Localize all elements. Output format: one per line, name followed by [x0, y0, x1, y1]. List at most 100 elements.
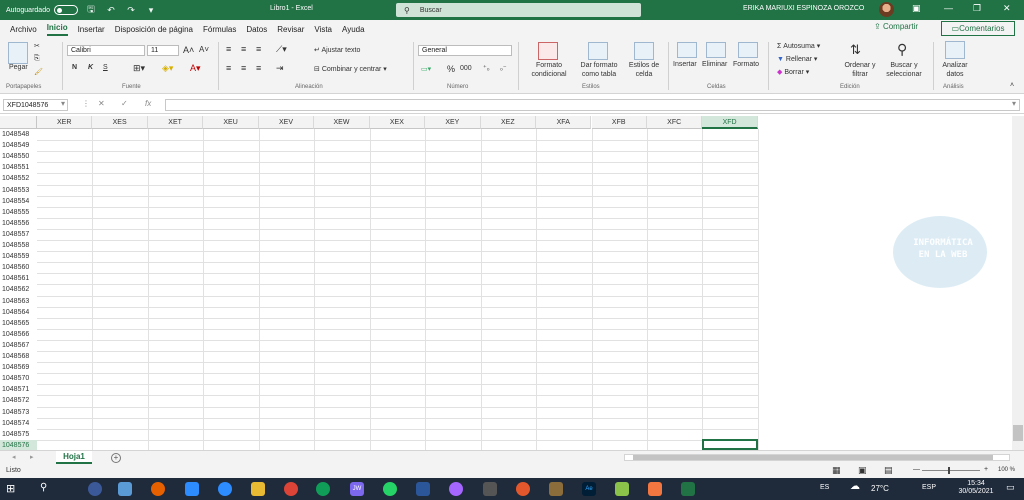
- row-header[interactable]: 1048559: [0, 251, 37, 262]
- zoom-in-icon[interactable]: +: [984, 466, 988, 473]
- orientation-icon[interactable]: ⟋▾: [276, 44, 287, 55]
- tab-datos[interactable]: Datos: [246, 25, 267, 34]
- tray-input-language[interactable]: ESP: [922, 484, 936, 491]
- row-header[interactable]: 1048568: [0, 351, 37, 362]
- column-header-xfb[interactable]: XFB: [591, 116, 647, 129]
- taskbar-calculator-icon[interactable]: [118, 482, 132, 496]
- horizontal-scroll-thumb[interactable]: [633, 455, 993, 460]
- tray-lang-es[interactable]: ES: [820, 484, 829, 491]
- find-select-icon[interactable]: ⚲: [897, 41, 907, 58]
- prev-sheet-icon[interactable]: ◂: [12, 453, 16, 461]
- delete-cells-icon[interactable]: [706, 42, 726, 58]
- tray-clock[interactable]: 15:34 30/05/2021: [957, 480, 995, 496]
- bold-button[interactable]: N: [72, 64, 77, 71]
- row-header[interactable]: 1048562: [0, 284, 37, 295]
- row-header[interactable]: 1048561: [0, 273, 37, 284]
- row-header[interactable]: 1048574: [0, 418, 37, 429]
- column-header-xeu[interactable]: XEU: [203, 116, 259, 129]
- row-header[interactable]: 1048570: [0, 373, 37, 384]
- font-name-select[interactable]: Calibri: [67, 45, 145, 56]
- fill-color-icon[interactable]: ◈▾: [162, 63, 173, 74]
- column-header-xer[interactable]: XER: [37, 116, 93, 129]
- row-header[interactable]: 1048575: [0, 429, 37, 440]
- cut-icon[interactable]: ✂: [34, 42, 40, 50]
- column-header-xey[interactable]: XEY: [425, 116, 481, 129]
- align-bottom-icon[interactable]: ≡: [256, 44, 261, 54]
- underline-button[interactable]: S: [103, 64, 108, 71]
- zoom-level[interactable]: 100 %: [998, 467, 1015, 473]
- row-header[interactable]: 1048552: [0, 173, 37, 184]
- format-cells-icon[interactable]: [738, 42, 758, 58]
- borders-icon[interactable]: ⊞▾: [133, 63, 145, 74]
- taskbar-app-icon[interactable]: [549, 482, 563, 496]
- tab-fórmulas[interactable]: Fórmulas: [203, 25, 236, 34]
- conditional-format-icon[interactable]: [538, 42, 558, 60]
- vertical-scrollbar[interactable]: [1012, 116, 1024, 450]
- align-middle-icon[interactable]: ≡: [241, 44, 246, 54]
- taskbar-word-icon[interactable]: [416, 482, 430, 496]
- row-header[interactable]: 1048553: [0, 185, 37, 196]
- indent-icon[interactable]: ⇥: [276, 63, 284, 74]
- taskbar-zoom-icon[interactable]: [218, 482, 232, 496]
- page-layout-icon[interactable]: ▣: [858, 465, 867, 476]
- taskbar-file-explorer-icon[interactable]: [251, 482, 265, 496]
- increase-font-icon[interactable]: A˄: [183, 45, 194, 55]
- row-header[interactable]: 1048571: [0, 384, 37, 395]
- row-header[interactable]: 1048554: [0, 196, 37, 207]
- format-as-table-button[interactable]: Dar formato como tabla: [573, 61, 625, 79]
- name-box[interactable]: XFD1048576: [3, 99, 68, 111]
- column-header-xfa[interactable]: XFA: [536, 116, 592, 129]
- analyze-data-icon[interactable]: [945, 41, 965, 59]
- undo-icon[interactable]: ↶: [104, 3, 118, 17]
- row-header[interactable]: 1048551: [0, 162, 37, 173]
- active-cell[interactable]: [702, 439, 758, 450]
- zoom-slider-thumb[interactable]: [948, 467, 950, 474]
- row-header[interactable]: 1048566: [0, 329, 37, 340]
- row-header[interactable]: 1048573: [0, 407, 37, 418]
- tab-archivo[interactable]: Archivo: [10, 25, 37, 34]
- column-header-xet[interactable]: XET: [147, 116, 204, 129]
- zoom-slider[interactable]: [922, 470, 980, 471]
- taskbar-app-icon[interactable]: [648, 482, 662, 496]
- autosave-toggle[interactable]: [53, 5, 78, 15]
- italic-button[interactable]: K: [88, 64, 93, 71]
- column-header-xew[interactable]: XEW: [314, 116, 370, 129]
- conditional-format-button[interactable]: Formato condicional: [524, 61, 574, 79]
- align-top-icon[interactable]: ≡: [226, 44, 231, 54]
- search-box[interactable]: ⚲ Buscar: [396, 3, 641, 17]
- number-format-select[interactable]: General: [418, 45, 512, 56]
- more-icon[interactable]: ⋮: [82, 99, 90, 108]
- vertical-scroll-thumb[interactable]: [1013, 425, 1023, 441]
- row-header[interactable]: 1048564: [0, 307, 37, 318]
- windows-start-icon[interactable]: ⊞: [6, 482, 20, 496]
- row-header[interactable]: 1048558: [0, 240, 37, 251]
- insert-cells-button[interactable]: Insertar: [673, 61, 697, 68]
- sort-filter-button[interactable]: Ordenar y filtrar: [840, 61, 880, 79]
- notifications-icon[interactable]: ▭: [1006, 482, 1015, 493]
- next-sheet-icon[interactable]: ▸: [30, 453, 34, 461]
- taskbar-search-icon[interactable]: ⚲: [40, 482, 54, 496]
- fill-button[interactable]: ▼ Rellenar ▾: [777, 55, 817, 63]
- align-left-icon[interactable]: ≡: [226, 63, 231, 73]
- paste-icon[interactable]: [8, 42, 28, 64]
- percent-button[interactable]: %: [447, 64, 455, 74]
- ribbon-display-icon[interactable]: ▣: [912, 3, 921, 14]
- find-select-button[interactable]: Buscar y seleccionar: [879, 61, 929, 79]
- zoom-out-icon[interactable]: —: [913, 466, 920, 473]
- increase-decimal-icon[interactable]: ⁺₀: [483, 64, 490, 72]
- decrease-decimal-icon[interactable]: ₀⁻: [500, 64, 507, 72]
- wrap-text-button[interactable]: ↵ Ajustar texto: [314, 46, 360, 54]
- name-box-dropdown-icon[interactable]: ▾: [61, 99, 65, 108]
- taskbar-edge-icon[interactable]: [316, 482, 330, 496]
- analyze-data-button[interactable]: Analizar datos: [935, 61, 975, 79]
- taskbar-app-icon[interactable]: [516, 482, 530, 496]
- row-header[interactable]: 1048565: [0, 318, 37, 329]
- insert-function-icon[interactable]: fx: [145, 99, 151, 108]
- column-header-xev[interactable]: XEV: [258, 116, 315, 129]
- add-sheet-button[interactable]: +: [111, 453, 121, 463]
- decrease-font-icon[interactable]: A˅: [199, 45, 209, 54]
- row-header[interactable]: 1048556: [0, 218, 37, 229]
- column-header-xes[interactable]: XES: [92, 116, 148, 129]
- row-header[interactable]: 1048569: [0, 362, 37, 373]
- taskbar-app-icon[interactable]: [483, 482, 497, 496]
